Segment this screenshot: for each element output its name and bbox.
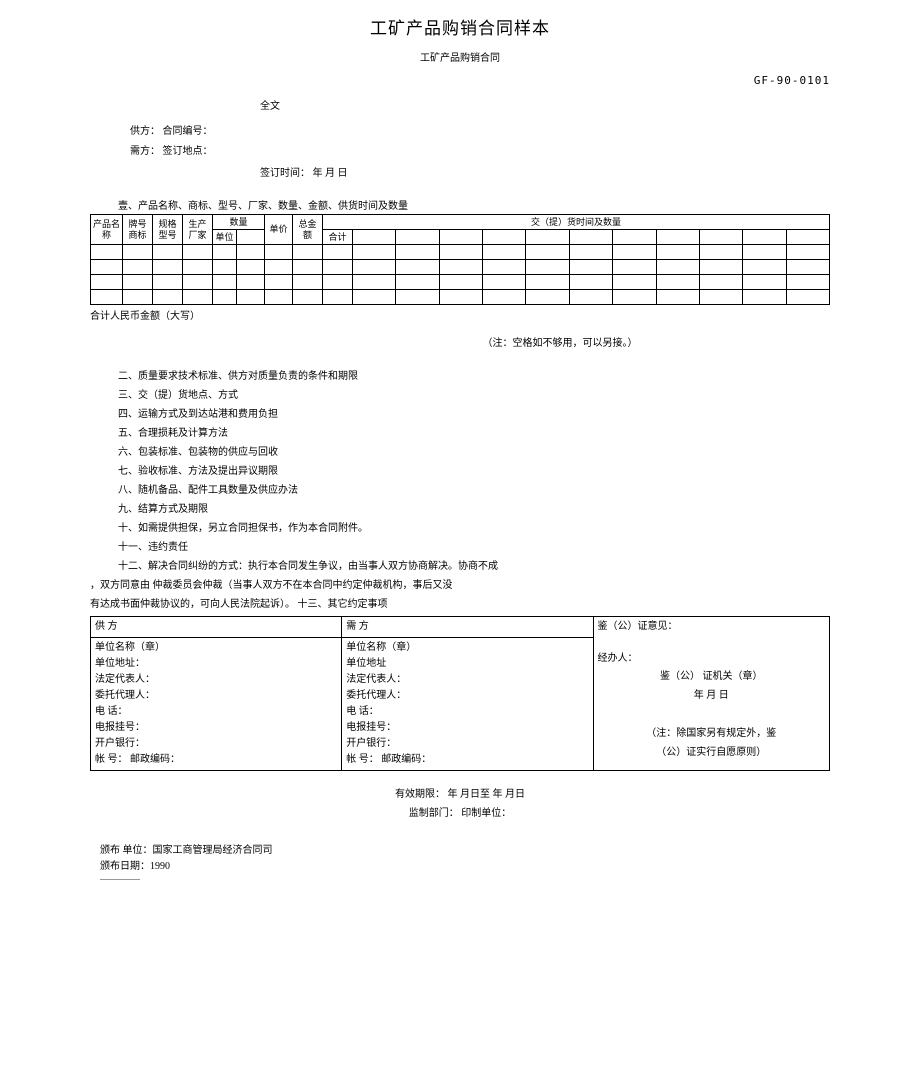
valid-period: 有效期限： 年 月日至 年 月日 — [90, 785, 830, 800]
clause-5: 五、合理损耗及计算方法 — [118, 424, 830, 443]
th-qty: 数量 — [213, 215, 265, 230]
th-brand: 牌号 商标 — [123, 215, 153, 245]
issue-unit: 颁布 单位：国家工商管理局经济合同司 — [100, 843, 830, 859]
notary-header: 鉴（公）证意见： — [598, 619, 826, 635]
th-delivery: 交（提）货时间及数量 — [323, 215, 830, 230]
th-spec: 规格 型号 — [153, 215, 183, 245]
clause-11: 十一、违约责任 — [118, 538, 830, 557]
table-row — [91, 290, 830, 305]
issue-date: 颁布日期：1990 — [100, 859, 830, 875]
handler: 经办人： — [598, 651, 826, 667]
clause-10: 十、如需提供担保，另立合同担保书，作为本合同附件。 — [118, 519, 830, 538]
clause-3: 三、交（提）货地点、方式 — [118, 386, 830, 405]
th-unit: 单位 — [213, 230, 237, 245]
seal: 鉴（公） 证机关（章） — [598, 667, 826, 686]
subtitle: 工矿产品购销合同 — [90, 49, 830, 64]
demander-header: 需 方 — [342, 617, 593, 638]
table-header-row-1: 产品名称 牌号 商标 规格 型号 生产 厂家 数量 单价 总金 额 交（提）货时… — [91, 215, 830, 230]
product-table: 产品名称 牌号 商标 规格 型号 生产 厂家 数量 单价 总金 额 交（提）货时… — [90, 214, 830, 305]
clause-12b: ，双方同意由 仲裁委员会仲裁（当事人双方不在本合同中约定仲裁机构，事后又没 — [90, 576, 830, 595]
clause-7: 七、验收标准、方法及提出异议期限 — [118, 462, 830, 481]
notary-cell: 鉴（公）证意见： 经办人： 鉴（公） 证机关（章） 年 月 日 （注：除国家另有… — [593, 617, 830, 771]
supplier-body: 单位名称（章） 单位地址： 法定代表人： 委托代理人： 电 话： 电报挂号： 开… — [91, 638, 342, 771]
sig-header-row: 供 方 需 方 鉴（公）证意见： 经办人： 鉴（公） 证机关（章） 年 月 日 … — [91, 617, 830, 638]
th-maker: 生产 厂家 — [183, 215, 213, 245]
notary-note-2: （公）证实行自愿原则） — [598, 743, 826, 762]
seal-date: 年 月 日 — [598, 686, 826, 705]
th-blank — [237, 230, 265, 245]
clause-2: 二、质量要求技术标准、供方对质量负责的条件和期限 — [118, 367, 830, 386]
clause-4: 四、运输方式及到达站港和费用负担 — [118, 405, 830, 424]
table-row — [91, 245, 830, 260]
supplier-header: 供 方 — [91, 617, 342, 638]
clause-12c-13: 有达成书面仲裁协议的，可向人民法院起诉）。 十三、其它约定事项 — [90, 595, 830, 614]
th-product-name: 产品名称 — [91, 215, 123, 245]
space-note: （注：空格如不够用，可以另接。） — [290, 334, 830, 349]
full-text-label: 全文 — [260, 97, 830, 112]
sign-time: 签订时间： 年 月 日 — [260, 164, 830, 179]
clause-9: 九、结算方式及期限 — [118, 500, 830, 519]
th-unit-price: 单价 — [265, 215, 293, 245]
clause-6: 六、包装标准、包装物的供应与回收 — [118, 443, 830, 462]
table-row — [91, 260, 830, 275]
clause-12: 十二、解决合同纠纷的方式：执行本合同发生争议，由当事人双方协商解决。协商不成 — [118, 557, 830, 576]
th-subtotal: 合计 — [323, 230, 353, 245]
form-code: GF-90-0101 — [90, 74, 830, 87]
th-total-amount: 总金 额 — [293, 215, 323, 245]
supervise-print: 监制部门： 印制单位： — [90, 804, 830, 819]
demander-line: 需方： 签订地点： — [130, 144, 830, 160]
demander-body: 单位名称（章） 单位地址 法定代表人： 委托代理人： 电 话： 电报挂号： 开户… — [342, 638, 593, 771]
divider — [100, 879, 140, 880]
signature-table: 供 方 需 方 鉴（公）证意见： 经办人： 鉴（公） 证机关（章） 年 月 日 … — [90, 616, 830, 771]
supplier-line: 供方： 合同编号： — [130, 124, 830, 140]
document-page: 工矿产品购销合同样本 工矿产品购销合同 GF-90-0101 全文 供方： 合同… — [0, 0, 920, 900]
total-rmb: 合计人民币金额（大写） — [90, 307, 830, 322]
main-title: 工矿产品购销合同样本 — [90, 14, 830, 39]
section-one-heading: 壹、产品名称、商标、型号、厂家、数量、金额、供货时间及数量 — [118, 197, 830, 212]
notary-note-1: （注：除国家另有规定外，鉴 — [598, 724, 826, 743]
clause-8: 八、随机备品、配件工具数量及供应办法 — [118, 481, 830, 500]
table-row — [91, 275, 830, 290]
